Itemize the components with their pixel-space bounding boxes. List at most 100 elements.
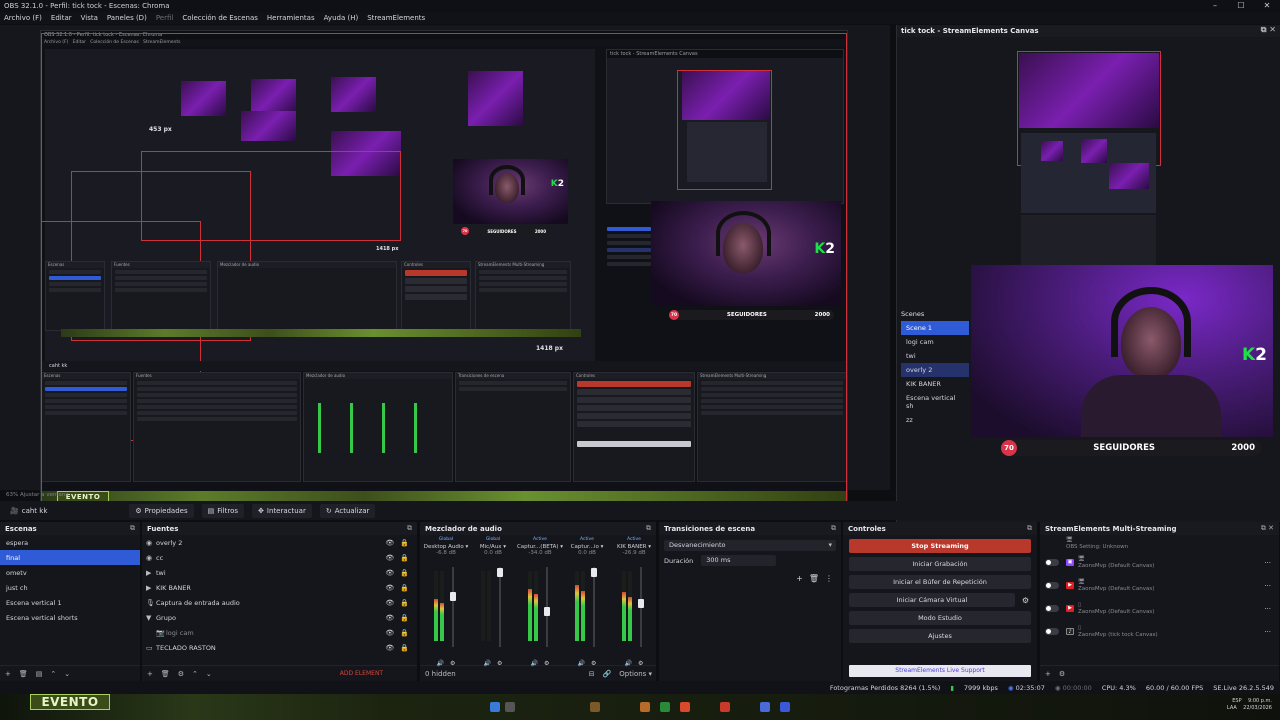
gear-icon[interactable]: ⚙ <box>450 660 455 667</box>
studio-mode-button[interactable]: Modo Estudio <box>849 611 1031 625</box>
taskbar-app-icon[interactable] <box>760 702 770 712</box>
down-arrow-icon[interactable]: ⌄ <box>206 670 212 678</box>
dock-options-icon[interactable]: ⧉ <box>831 524 836 533</box>
lock-icon[interactable]: 🔒 <box>400 554 409 562</box>
down-arrow-icon[interactable]: ⌄ <box>64 670 70 678</box>
visibility-eye-icon[interactable]: 👁 <box>385 599 394 607</box>
scene-item[interactable]: Escena vertical 1 <box>0 595 140 610</box>
stop-streaming-button[interactable]: Stop Streaming <box>849 539 1031 553</box>
layout-icon[interactable]: ⊟ <box>589 670 595 678</box>
scene-item[interactable]: espera <box>0 535 140 550</box>
zoom-indicator[interactable]: 63% Ajustar a ventana <box>0 490 890 500</box>
transition-select[interactable]: Desvanecimiento <box>664 540 836 551</box>
menu-paneles[interactable]: Paneles (D) <box>107 14 147 22</box>
gear-icon[interactable]: ⚙ <box>497 660 502 667</box>
canvas-scene-item[interactable]: Escena vertical sh <box>901 391 969 413</box>
scene-item[interactable]: ometv <box>0 565 140 580</box>
multistream-row[interactable]: ▶ ▯ ZaonsMvp (Default Canvas) ··· <box>1040 597 1279 620</box>
more-icon[interactable]: ··· <box>1264 582 1271 590</box>
speaker-icon[interactable]: 🔊 <box>437 660 444 667</box>
source-item[interactable]: ▭ TECLADO RASTON 👁 🔒 <box>142 640 417 655</box>
volume-fader[interactable] <box>497 567 503 647</box>
taskbar-app-icon[interactable] <box>590 702 600 712</box>
taskbar-app-icon[interactable] <box>720 702 730 712</box>
taskbar-app-icon[interactable] <box>660 702 670 712</box>
dock-options-icon[interactable]: ⧉ <box>646 524 651 533</box>
multistream-row[interactable]: ♪ ▯ ZaonsMvp (tick tock Canvas) ··· <box>1040 620 1279 643</box>
volume-fader[interactable] <box>450 567 456 647</box>
lock-icon[interactable]: 🔒 <box>400 629 409 637</box>
refresh-button[interactable]: ↻ Actualizar <box>319 503 376 518</box>
scene-item[interactable]: Escena vertical shorts <box>0 610 140 625</box>
speaker-icon[interactable]: 🔊 <box>531 660 538 667</box>
volume-fader[interactable] <box>638 567 644 647</box>
menu-editar[interactable]: Editar <box>51 14 72 22</box>
speaker-icon[interactable]: 🔊 <box>484 660 491 667</box>
taskbar-app-icon[interactable] <box>780 702 790 712</box>
link-icon[interactable]: 🔗 <box>603 670 612 678</box>
visibility-eye-icon[interactable]: 👁 <box>385 644 394 652</box>
virtual-camera-button[interactable]: Iniciar Cámara Virtual <box>849 593 1015 607</box>
properties-button[interactable]: ⚙ Propiedades <box>129 503 194 518</box>
interact-button[interactable]: ✥ Interactuar <box>252 503 312 518</box>
dock-options-icon[interactable]: ⧉ <box>130 524 135 533</box>
source-group[interactable]: ▼ Grupo 👁 🔒 <box>142 610 417 625</box>
speaker-icon[interactable]: 🔊 <box>578 660 585 667</box>
se-live-support-button[interactable]: StreamElements Live Support <box>849 665 1031 677</box>
canvas-scene-item[interactable]: KIK BANER <box>901 377 969 391</box>
volume-fader[interactable] <box>591 567 597 647</box>
fader-knob[interactable] <box>450 592 456 602</box>
scene-item[interactable]: just ch <box>0 580 140 595</box>
canvas-scene-item[interactable]: logi cam <box>901 335 969 349</box>
up-arrow-icon[interactable]: ⌃ <box>192 670 198 678</box>
up-arrow-icon[interactable]: ⌃ <box>50 670 56 678</box>
remove-icon[interactable]: 🗑 <box>809 574 819 583</box>
gear-icon[interactable]: ⚙ <box>591 660 596 667</box>
multistream-row[interactable]: ▣ 🖥 ZaonsMvp (Default Canvas) ··· <box>1040 551 1279 574</box>
add-element-button[interactable]: ADD ELEMENT <box>340 670 383 677</box>
lock-icon[interactable]: 🔒 <box>400 539 409 547</box>
speaker-icon[interactable]: 🔊 <box>625 660 632 667</box>
source-item[interactable]: ▶ twi 👁 🔒 <box>142 565 417 580</box>
remove-icon[interactable]: 🗑 <box>161 670 170 678</box>
duration-input[interactable]: 300 ms <box>701 555 777 566</box>
menu-perfil[interactable]: Perfil <box>156 14 174 22</box>
remove-icon[interactable]: 🗑 <box>19 670 28 678</box>
add-icon[interactable]: + <box>147 670 153 678</box>
menu-vista[interactable]: Vista <box>81 14 98 22</box>
source-item[interactable]: ▶ KIK BANER 👁 🔒 <box>142 580 417 595</box>
menu-ayuda[interactable]: Ayuda (H) <box>324 14 359 22</box>
dock-options-icon[interactable]: ⧉ <box>407 524 412 533</box>
lock-icon[interactable]: 🔒 <box>400 644 409 652</box>
visibility-eye-icon[interactable]: 👁 <box>385 554 394 562</box>
taskbar-app-icon[interactable] <box>640 702 650 712</box>
search-icon[interactable] <box>505 702 515 712</box>
add-icon[interactable]: + <box>1045 670 1051 678</box>
fader-knob[interactable] <box>591 568 597 578</box>
taskbar-app-icon[interactable] <box>680 702 690 712</box>
menu-herramientas[interactable]: Herramientas <box>267 14 315 22</box>
menu-coleccion-escenas[interactable]: Colección de Escenas <box>182 14 258 22</box>
menu-streamelements[interactable]: StreamElements <box>367 14 425 22</box>
visibility-eye-icon[interactable]: 👁 <box>385 539 394 547</box>
close-icon[interactable]: ⧉ ✕ <box>1261 25 1276 35</box>
chevron-down-icon[interactable]: ▼ <box>146 614 156 622</box>
source-item[interactable]: ◉ cc 👁 🔒 <box>142 550 417 565</box>
filters-button[interactable]: ▤ Filtros <box>201 503 245 518</box>
canvas-scene-item[interactable]: overly 2 <box>901 363 969 377</box>
stream-toggle[interactable] <box>1045 582 1059 589</box>
dock-options-icon[interactable]: ⧉ ✕ <box>1261 524 1274 533</box>
multistream-row[interactable]: ▶ 🖥 ZaonsMvp (Default Canvas) ··· <box>1040 574 1279 597</box>
menu-archivo[interactable]: Archivo (F) <box>4 14 42 22</box>
lock-icon[interactable]: 🔒 <box>400 599 409 607</box>
lock-icon[interactable]: 🔒 <box>400 614 409 622</box>
stream-toggle[interactable] <box>1045 605 1059 612</box>
stream-toggle[interactable] <box>1045 628 1059 635</box>
close-button[interactable]: ✕ <box>1254 0 1280 12</box>
lock-icon[interactable]: 🔒 <box>400 569 409 577</box>
more-icon[interactable]: ··· <box>1264 559 1271 567</box>
source-item-child[interactable]: 📷 logi cam 👁 🔒 <box>142 625 417 640</box>
visibility-eye-icon[interactable]: 👁 <box>385 629 394 637</box>
add-icon[interactable]: + <box>5 670 11 678</box>
canvas-scene-item[interactable]: zz <box>901 413 969 427</box>
